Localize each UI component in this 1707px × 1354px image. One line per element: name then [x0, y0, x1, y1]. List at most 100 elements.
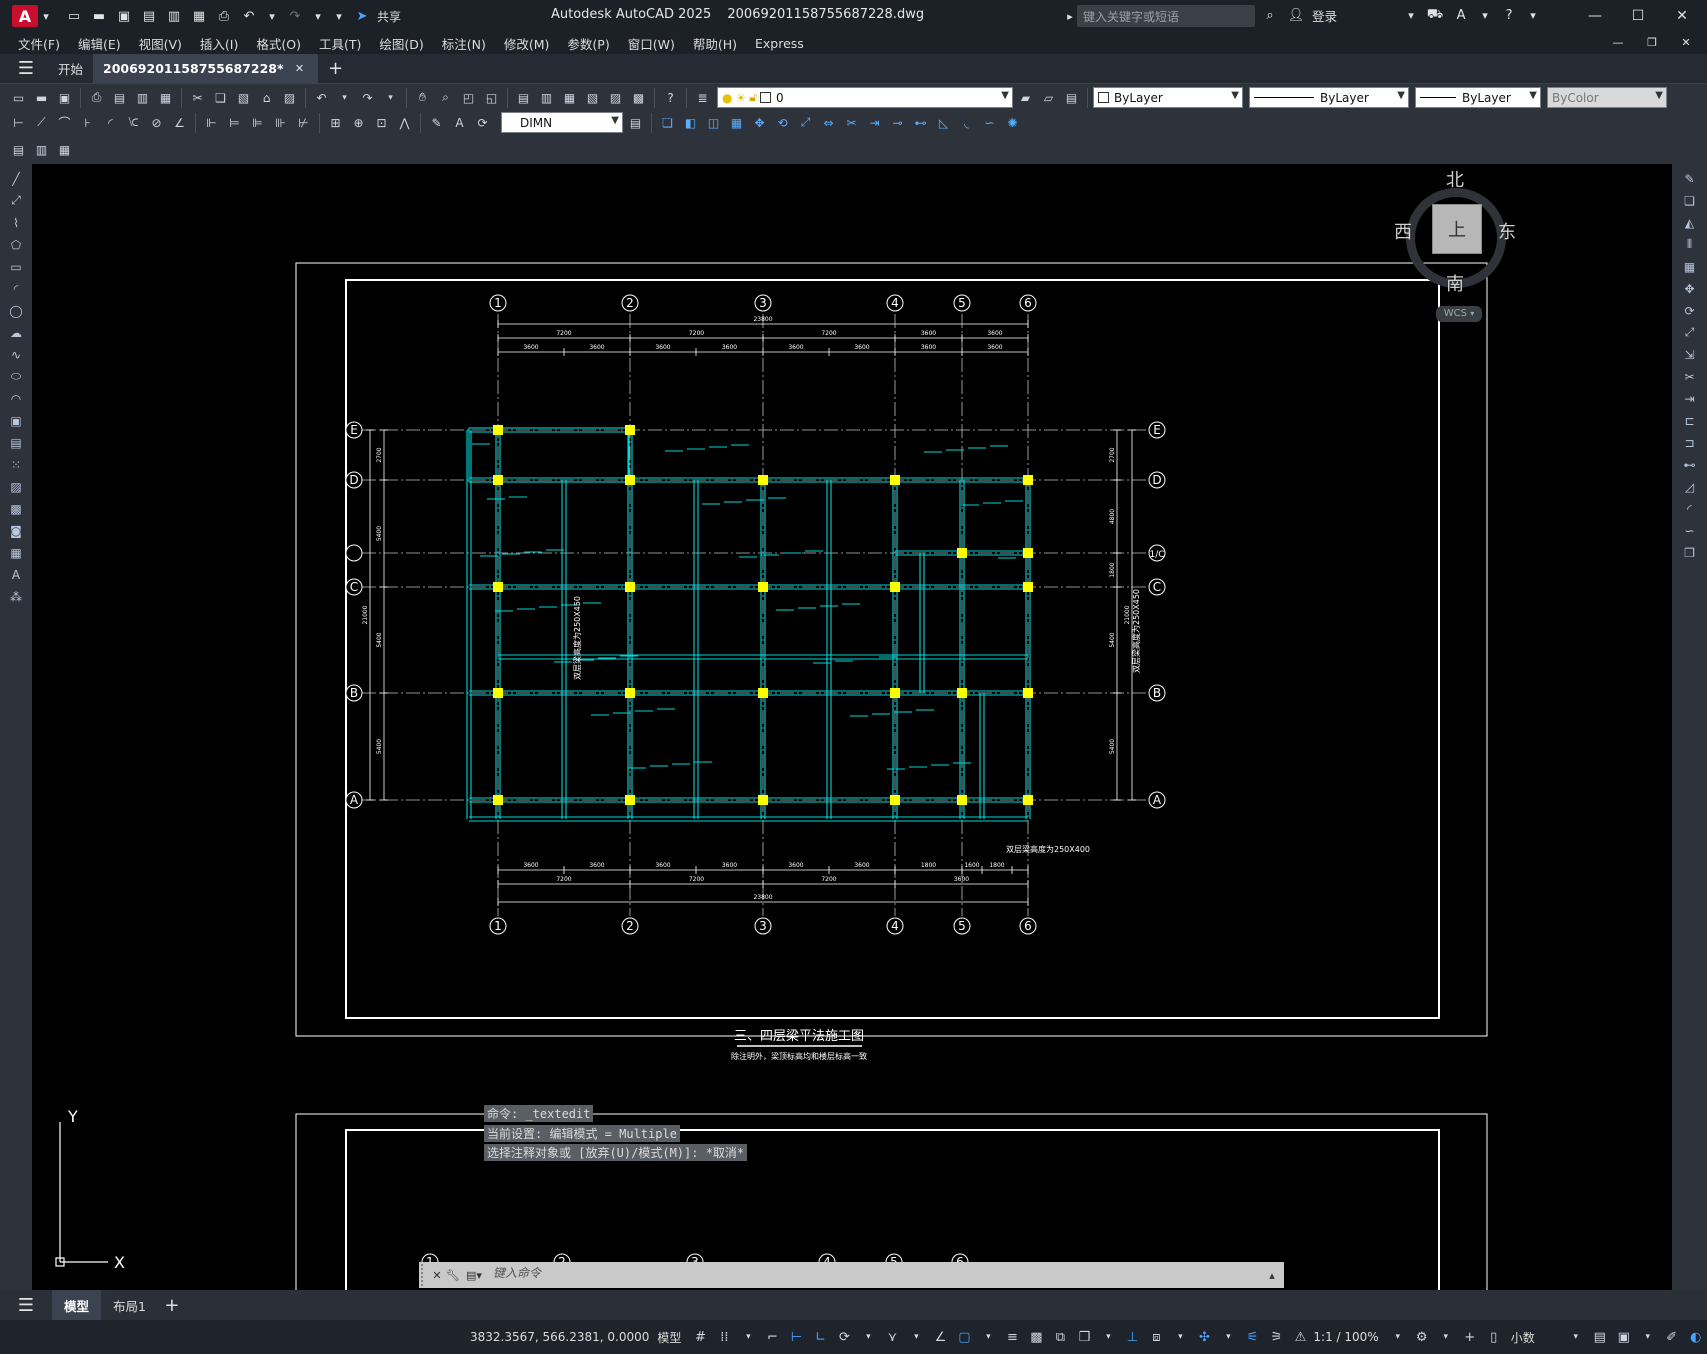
redo-dropdown-icon[interactable]: ▾: [310, 8, 326, 24]
arc-icon[interactable]: ◜: [5, 278, 27, 299]
infer-constraints-icon[interactable]: ⌐: [761, 1326, 783, 1348]
modify-array-icon[interactable]: ▦: [726, 112, 747, 133]
array-icon[interactable]: ▦: [1679, 256, 1701, 277]
menu-item-9[interactable]: 参数(P): [567, 34, 609, 53]
tab-drawing[interactable]: 20069201158755687228* ✕: [93, 53, 318, 84]
search-icon[interactable]: ⌕: [1260, 5, 1280, 25]
paste-icon[interactable]: ▧: [233, 87, 254, 108]
offset-icon[interactable]: ⫴: [1679, 234, 1701, 255]
wcs-menu[interactable]: WCS ▾: [1436, 306, 1482, 322]
layer-previous-icon[interactable]: ▱: [1038, 87, 1059, 108]
help-icon-2[interactable]: ?: [660, 87, 681, 108]
snap-icon[interactable]: ⁞⁞: [713, 1326, 735, 1348]
3d-osnap-icon[interactable]: ❒: [1073, 1326, 1095, 1348]
lock-ui-dropdown-icon[interactable]: ▾: [1637, 1326, 1659, 1348]
modify-offset-icon[interactable]: ◫: [703, 112, 724, 133]
menu-item-0[interactable]: 文件(F): [18, 34, 60, 53]
hamburger-menu-icon[interactable]: ☰: [16, 58, 36, 79]
filter-dropdown-icon[interactable]: ▾: [1169, 1326, 1191, 1348]
viewcube[interactable]: 上 北 南 东 西 WCS ▾: [1380, 164, 1530, 334]
user-icon[interactable]: 👤︎: [1286, 5, 1306, 25]
matchprop-icon[interactable]: ⌂: [256, 87, 277, 108]
menu-item-4[interactable]: 格式(O): [256, 34, 301, 53]
modify-trim-icon[interactable]: ✂: [841, 112, 862, 133]
minimize-button[interactable]: —: [1573, 4, 1617, 28]
doc-minimize-icon[interactable]: —: [1610, 34, 1626, 50]
erase-icon[interactable]: ✎: [1679, 168, 1701, 189]
gizmo-dropdown-icon[interactable]: ▾: [1217, 1326, 1239, 1348]
mirror-icon[interactable]: ◭: [1679, 212, 1701, 233]
snap-dropdown-icon[interactable]: ▾: [737, 1326, 759, 1348]
modify-break-icon[interactable]: ⊸: [887, 112, 908, 133]
make-block-icon[interactable]: ▤: [5, 432, 27, 453]
command-expand-icon[interactable]: ▴: [1264, 1267, 1280, 1283]
cart-icon[interactable]: ⛟: [1425, 5, 1445, 25]
join-icon[interactable]: ⊷: [1679, 454, 1701, 475]
publish-icon[interactable]: ▥: [164, 6, 184, 26]
print-icon[interactable]: ⎙: [214, 6, 234, 26]
tab-close-icon[interactable]: ✕: [292, 61, 308, 77]
tab-start[interactable]: 开始: [48, 54, 93, 84]
dynamic-ucs-icon[interactable]: ⊥: [1121, 1326, 1143, 1348]
isodraft-dropdown-icon[interactable]: ▾: [905, 1326, 927, 1348]
properties-icon[interactable]: ▤: [513, 87, 534, 108]
fillet-icon[interactable]: ◜: [1679, 498, 1701, 519]
gizmo-icon[interactable]: ✣: [1193, 1326, 1215, 1348]
quickcalc-icon[interactable]: ▩: [628, 87, 649, 108]
blend-icon[interactable]: ∽: [1679, 520, 1701, 541]
tool-palettes-icon[interactable]: ▦: [559, 87, 580, 108]
dim-text-edit-icon[interactable]: A: [449, 112, 470, 133]
construction-line-icon[interactable]: ⤢: [5, 190, 27, 211]
hardware-acceleration-icon[interactable]: ◐: [1685, 1326, 1707, 1348]
units-dropdown-icon[interactable]: ▾: [1565, 1326, 1587, 1348]
command-close-icon[interactable]: ✕: [429, 1267, 445, 1283]
dynamic-input-icon[interactable]: ⊢: [785, 1326, 807, 1348]
menu-item-7[interactable]: 标注(N): [442, 34, 486, 53]
viewcube-face-top[interactable]: 上: [1432, 204, 1482, 254]
modify-blend-icon[interactable]: ∽: [979, 112, 1000, 133]
dim-ordinate-icon[interactable]: ⊦: [77, 112, 98, 133]
login-dropdown-icon[interactable]: ▾: [1403, 7, 1419, 23]
layer-tool-3-icon[interactable]: ▦: [54, 140, 75, 161]
rotate-icon[interactable]: ⟳: [1679, 300, 1701, 321]
polyline-icon[interactable]: ⌇: [5, 212, 27, 233]
menu-item-11[interactable]: 帮助(H): [693, 34, 737, 53]
layer-tool-2-icon[interactable]: ▥: [31, 140, 52, 161]
save-icon[interactable]: ▣: [114, 6, 134, 26]
zoom-previous-icon[interactable]: ◱: [481, 87, 502, 108]
transparency-icon[interactable]: ▩: [1025, 1326, 1047, 1348]
search-input[interactable]: 键入关键字或短语: [1077, 5, 1255, 27]
modify-move-icon[interactable]: ✥: [749, 112, 770, 133]
tolerance-icon[interactable]: ⊞: [325, 112, 346, 133]
spline-icon[interactable]: ∿: [5, 344, 27, 365]
layer-dropdown[interactable]: ● ☀ 🔓︎ 0 ▼: [717, 87, 1013, 108]
preview-icon[interactable]: ▤: [109, 87, 130, 108]
menu-item-3[interactable]: 插入(I): [200, 34, 238, 53]
modify-copy-icon[interactable]: ❏: [657, 112, 678, 133]
command-grip[interactable]: [421, 1264, 429, 1286]
annotation-monitor-icon[interactable]: +: [1459, 1326, 1481, 1348]
modify-explode-icon[interactable]: ✺: [1002, 112, 1023, 133]
3d-print-icon[interactable]: ▦: [155, 87, 176, 108]
design-center-icon[interactable]: ▥: [536, 87, 557, 108]
center-mark-icon[interactable]: ⊕: [348, 112, 369, 133]
command-customize-icon[interactable]: 🔧︎: [445, 1267, 461, 1283]
zoom-realtime-icon[interactable]: ⌕: [435, 87, 456, 108]
explode-icon[interactable]: ❐: [1679, 542, 1701, 563]
doc-restore-icon[interactable]: ❐: [1644, 34, 1660, 50]
annotation-scale-value[interactable]: 1:1 / 100%: [1313, 1330, 1378, 1344]
dim-jogged-icon[interactable]: ⟈: [123, 112, 144, 133]
menu-item-12[interactable]: Express: [755, 36, 804, 51]
share-label[interactable]: 共享: [377, 8, 401, 25]
chamfer-icon[interactable]: ◿: [1679, 476, 1701, 497]
trim-icon[interactable]: ✂: [1679, 366, 1701, 387]
mtext-icon[interactable]: A: [5, 564, 27, 585]
break-icon[interactable]: ⊐: [1679, 432, 1701, 453]
layout-menu-icon[interactable]: ☰: [16, 1295, 36, 1316]
block-editor-icon[interactable]: ▨: [279, 87, 300, 108]
selection-filter-icon[interactable]: ⧈: [1145, 1326, 1167, 1348]
export-icon[interactable]: ▦: [189, 6, 209, 26]
customize-qa-icon[interactable]: ▾: [331, 8, 347, 24]
line-icon[interactable]: ╱: [5, 168, 27, 189]
modify-fillet-icon[interactable]: ◟: [956, 112, 977, 133]
